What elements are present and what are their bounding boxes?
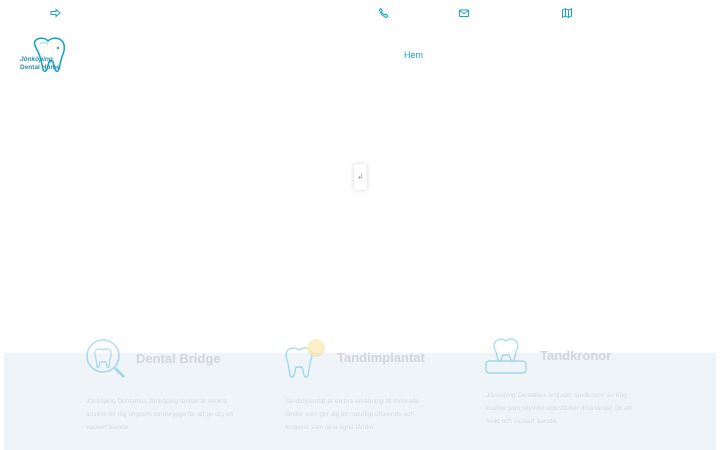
service-title: Tandimplantat bbox=[337, 350, 425, 365]
site-logo[interactable]: Jönköping Dental Home bbox=[18, 34, 74, 78]
top-bar bbox=[0, 0, 720, 26]
slider-handle[interactable]: ↲ bbox=[354, 164, 367, 190]
service-title: Dental Bridge bbox=[136, 351, 221, 366]
tooth-crown-icon bbox=[485, 338, 527, 374]
login-arrow-icon[interactable] bbox=[50, 7, 62, 19]
nav-home-link[interactable]: Hem bbox=[404, 50, 423, 60]
slider-arrow-icon: ↲ bbox=[357, 172, 364, 181]
tooth-search-icon bbox=[86, 339, 126, 379]
service-description: Tandimplantat är en bra ersättning till … bbox=[285, 398, 420, 431]
logo-text-line1: Jönköping bbox=[20, 56, 53, 63]
service-title: Tandkronor bbox=[540, 348, 612, 363]
mail-icon[interactable] bbox=[458, 7, 470, 19]
phone-icon[interactable] bbox=[378, 7, 390, 19]
logo-text-line2: Dental Home bbox=[20, 64, 60, 71]
service-description: Jönköping Dentalhus erbjuder tandkronor … bbox=[486, 392, 632, 425]
tooth-implant-icon bbox=[285, 339, 325, 378]
service-description: Jönköping Dentalhus Jönköping tänder är … bbox=[86, 398, 234, 431]
map-icon[interactable] bbox=[561, 7, 573, 19]
